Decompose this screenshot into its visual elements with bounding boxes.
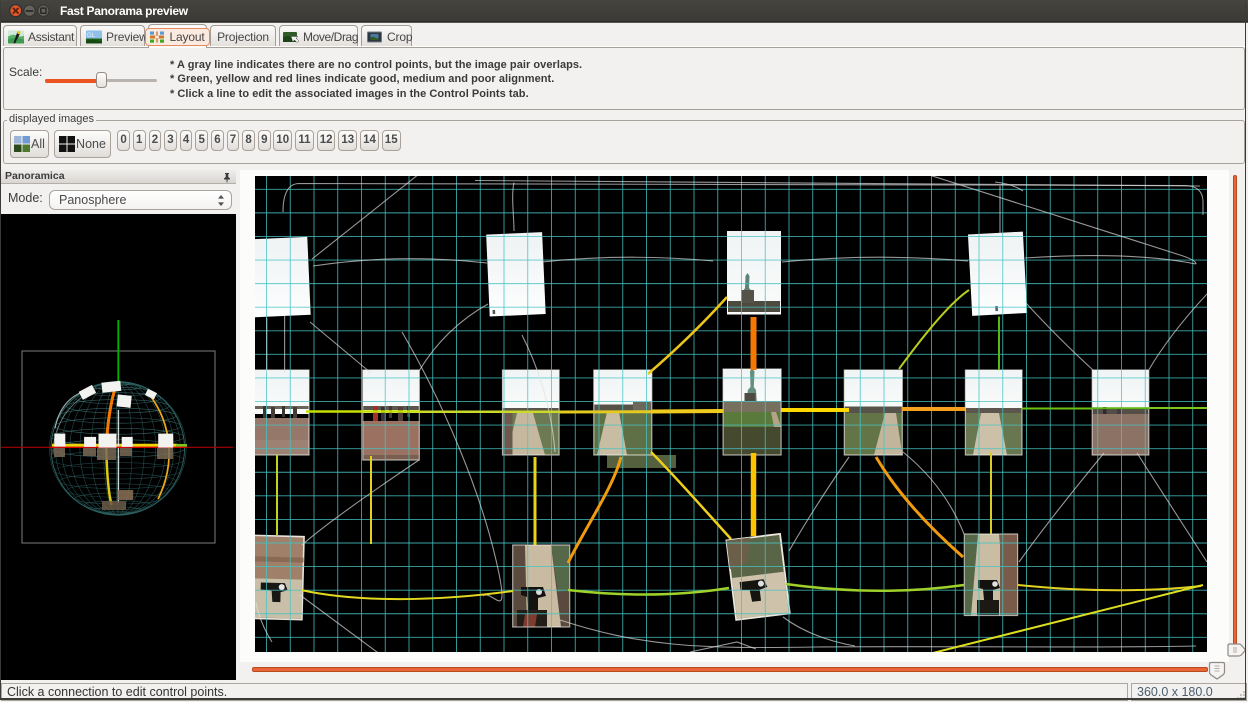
svg-text:GL: GL: [87, 33, 96, 39]
